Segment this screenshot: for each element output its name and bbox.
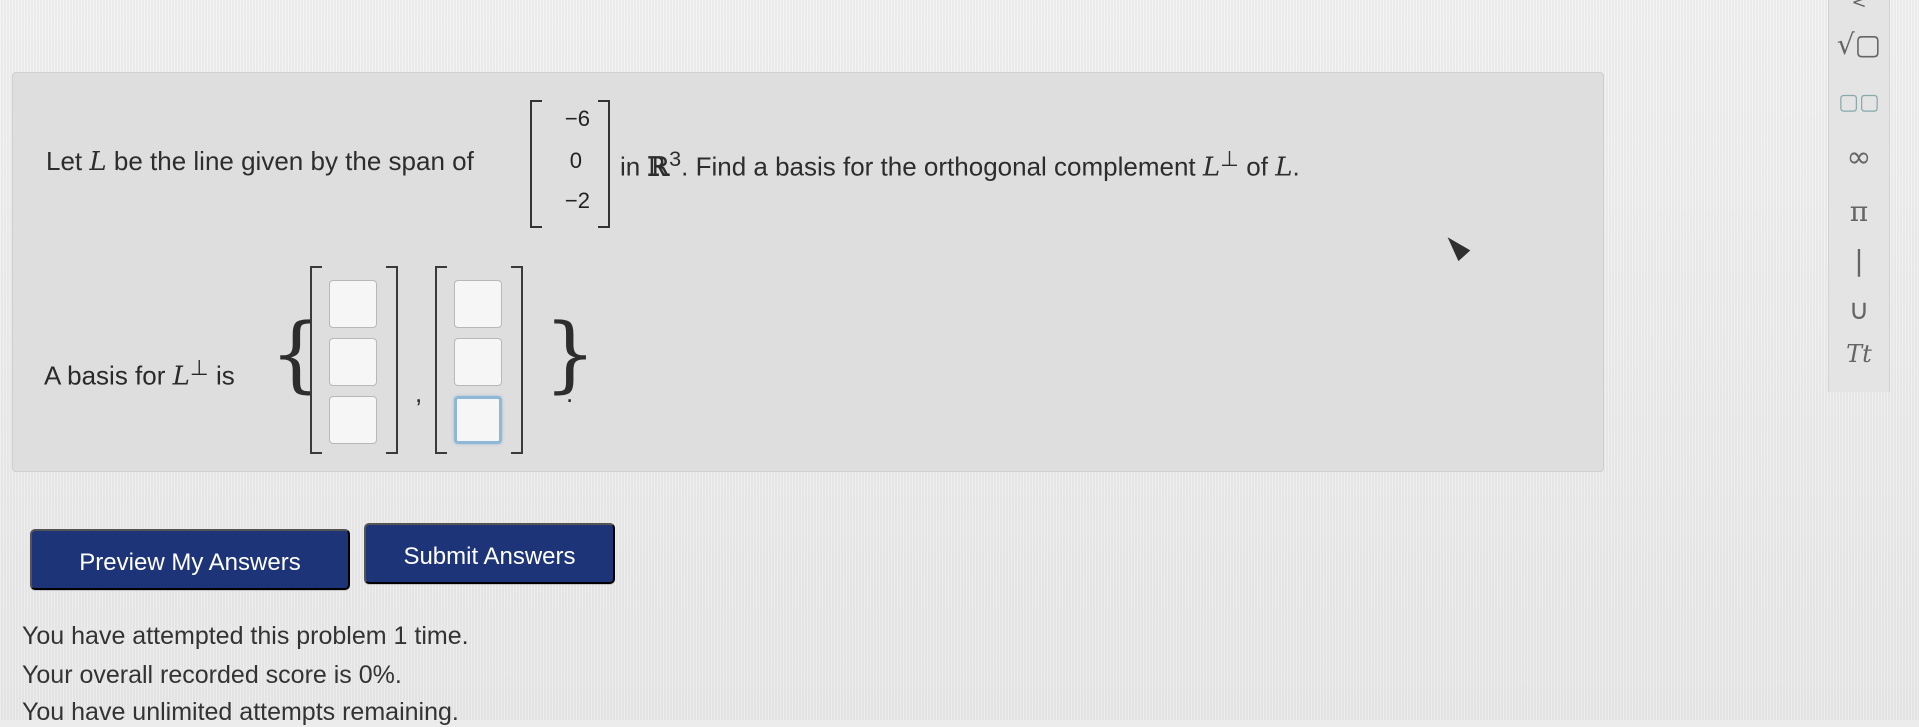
score-status: Your overall recorded score is 0%. (22, 661, 402, 689)
answer-suffix: is (216, 360, 235, 391)
matrix-entry-3: −2 (564, 188, 590, 213)
basis-vector-1-left-bracket (310, 266, 322, 454)
square-root-icon[interactable]: √▢ (1829, 28, 1889, 61)
after-vector-text: in (620, 151, 641, 182)
question-text: . Find a basis for the orthogonal comple… (681, 151, 1196, 182)
final-line-symbol: L (1275, 152, 1293, 183)
matrix-left-bracket (530, 100, 542, 228)
basis-end-punctuation: . (566, 378, 574, 408)
complement-superscript: ⊥ (1220, 146, 1240, 171)
math-symbol-palette: < √▢ ▢▢ ∞ π | ∪ Tt (1828, 0, 1890, 392)
problem-panel (12, 72, 1604, 472)
matrix-entry-2: 0 (569, 148, 582, 173)
space-symbol: ℝ (647, 152, 670, 183)
of-text: of (1246, 151, 1268, 182)
complement-symbol: L (1202, 152, 1221, 183)
space-exponent: 3 (669, 146, 682, 171)
basis-vector-2-right-bracket (511, 266, 523, 454)
basis-vector-1-entry-1[interactable] (329, 280, 377, 328)
preview-answers-button[interactable]: Preview My Answers (30, 529, 350, 590)
basis-vector-2 (435, 266, 523, 454)
basis-vector-2-entry-1[interactable] (454, 280, 502, 328)
pi-icon[interactable]: π (1829, 195, 1889, 228)
problem-question: in ℝ3. Find a basis for the orthogonal c… (620, 146, 1300, 183)
matrix-entry-1: −6 (564, 106, 590, 131)
problem-statement-start: Let L be the line given by the span of (46, 146, 474, 177)
infinity-icon[interactable]: ∞ (1829, 140, 1889, 175)
remaining-attempts-status: You have unlimited attempts remaining. (22, 698, 459, 726)
basis-answer-set: { , } . (270, 266, 596, 456)
answer-symbol: L (172, 361, 190, 392)
line-symbol: L (89, 147, 107, 177)
union-icon[interactable]: ∪ (1829, 293, 1889, 326)
problem-prefix: Let (46, 146, 83, 176)
basis-vector-2-entry-2[interactable] (454, 338, 502, 386)
basis-separator: , (415, 378, 423, 408)
matrix-right-bracket (598, 100, 610, 228)
basis-vector-1-entry-3[interactable] (329, 396, 377, 444)
basis-vector-1 (310, 266, 398, 454)
attempts-status: You have attempted this problem 1 time. (22, 622, 469, 650)
basis-vector-1-right-bracket (386, 266, 398, 454)
basis-vector-2-entry-3[interactable] (454, 396, 502, 444)
answer-prefix: A basis for (44, 360, 166, 391)
final-punctuation: . (1292, 151, 1300, 182)
submit-answers-button[interactable]: Submit Answers (364, 523, 615, 584)
answer-prompt: A basis for L⊥ is (44, 355, 235, 392)
basis-vector-1-entry-2[interactable] (329, 338, 377, 386)
span-vector-matrix: −6 0 −2 (530, 100, 610, 228)
text-icon[interactable]: Tt (1829, 340, 1889, 368)
problem-middle: be the line given by the span of (113, 146, 474, 176)
basis-vector-2-left-bracket (435, 266, 447, 454)
palette-left-arrow-icon[interactable]: < (1829, 0, 1889, 13)
exponent-icon[interactable]: ▢▢ (1829, 90, 1889, 115)
absolute-value-icon[interactable]: | (1829, 244, 1889, 277)
answer-superscript: ⊥ (189, 355, 209, 380)
